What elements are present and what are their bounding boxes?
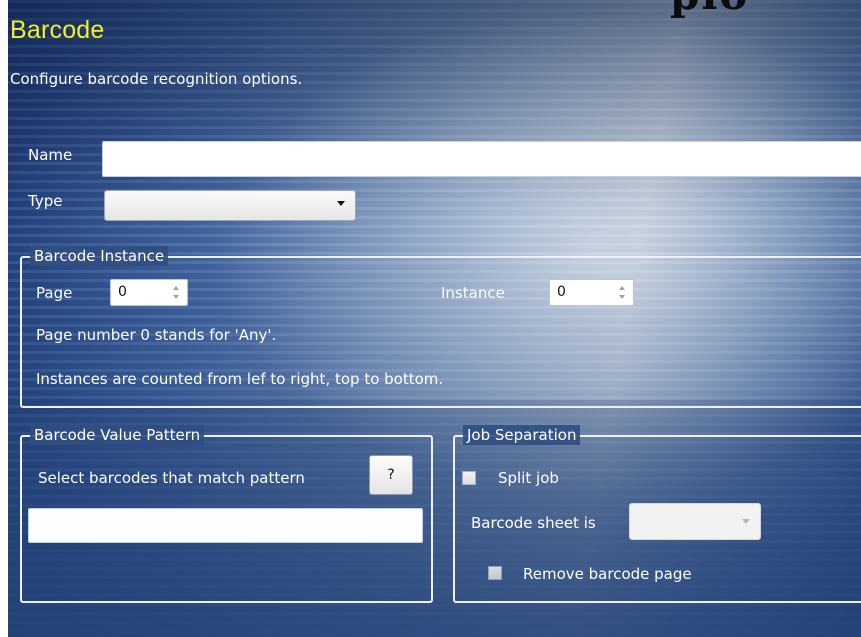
cropped-corner-text: plo: [670, 0, 749, 19]
type-dropdown[interactable]: [104, 190, 356, 221]
type-label: Type: [28, 192, 63, 210]
spinner-arrows-icon[interactable]: [171, 284, 183, 302]
instance-spinner[interactable]: 0: [549, 279, 634, 306]
remove-barcode-page-checkbox[interactable]: [488, 566, 502, 580]
pattern-select-label: Select barcodes that match pattern: [38, 469, 305, 487]
page-label: Page: [36, 284, 73, 302]
barcode-sheet-dropdown[interactable]: [629, 503, 761, 540]
page-spinner[interactable]: 0: [110, 279, 188, 306]
name-label: Name: [28, 146, 73, 164]
chevron-down-icon: [337, 201, 345, 206]
spinner-arrows-icon[interactable]: [617, 284, 629, 302]
page-spinner-value: 0: [118, 284, 127, 300]
chevron-down-icon: [742, 519, 750, 524]
page-title: Barcode: [10, 16, 105, 44]
barcode-value-pattern-legend: Barcode Value Pattern: [30, 425, 205, 445]
barcode-sheet-label: Barcode sheet is: [471, 514, 596, 532]
split-job-checkbox[interactable]: [462, 471, 476, 485]
instance-order-note: Instances are counted from lef to right,…: [36, 370, 444, 388]
pattern-input[interactable]: [28, 508, 423, 543]
split-job-label: Split job: [498, 469, 559, 487]
instance-spinner-value: 0: [557, 284, 566, 300]
page-number-note: Page number 0 stands for 'Any'.: [36, 326, 277, 344]
name-input[interactable]: [102, 141, 861, 177]
barcode-settings-panel: plo Barcode Configure barcode recognitio…: [8, 0, 861, 637]
remove-barcode-page-label: Remove barcode page: [523, 565, 692, 583]
instance-label: Instance: [441, 284, 505, 302]
pattern-help-button[interactable]: ?: [369, 455, 413, 495]
barcode-instance-legend: Barcode Instance: [30, 246, 169, 266]
job-separation-legend: Job Separation: [463, 425, 581, 445]
page-subtitle: Configure barcode recognition options.: [10, 70, 303, 88]
